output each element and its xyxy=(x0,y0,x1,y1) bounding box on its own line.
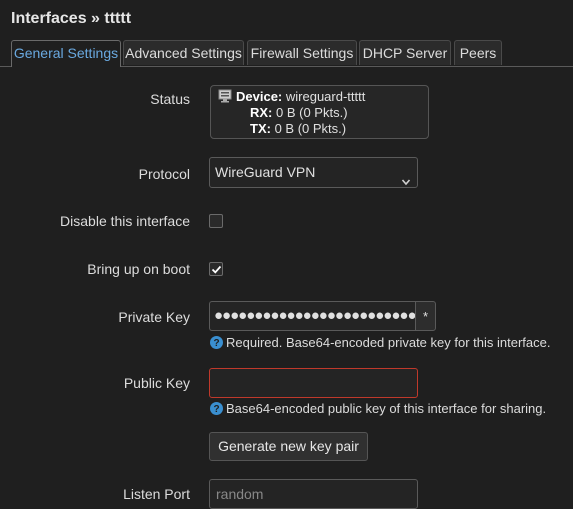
network-device-icon xyxy=(218,89,232,103)
tab-peers[interactable]: Peers xyxy=(454,40,502,65)
rx-key: RX: xyxy=(250,105,273,120)
rx-value: 0 B (0 Pkts.) xyxy=(276,105,348,120)
status-tx-line: TX: 0 B (0 Pkts.) xyxy=(250,121,346,136)
help-icon: ? xyxy=(210,402,223,415)
svg-text:?: ? xyxy=(213,338,219,349)
tab-bar: General Settings Advanced Settings Firew… xyxy=(0,40,573,67)
status-device-line: Device: wireguard-ttttt xyxy=(236,89,365,104)
status-label: Status xyxy=(150,91,190,107)
protocol-label: Protocol xyxy=(138,166,190,182)
device-key: Device: xyxy=(236,89,283,104)
help-icon: ? xyxy=(210,336,223,349)
chevron-down-icon xyxy=(401,168,411,186)
device-value: wireguard-ttttt xyxy=(285,89,366,104)
generate-key-pair-button[interactable]: Generate new key pair xyxy=(209,432,368,461)
tx-key: TX: xyxy=(250,121,271,136)
status-panel: Device: wireguard-ttttt RX: 0 B (0 Pkts.… xyxy=(210,85,429,139)
disable-interface-label: Disable this interface xyxy=(60,213,190,229)
protocol-select[interactable]: WireGuard VPN xyxy=(209,157,418,188)
listen-port-input[interactable] xyxy=(209,479,418,509)
tab-firewall-settings[interactable]: Firewall Settings xyxy=(247,40,357,65)
svg-text:?: ? xyxy=(213,404,219,415)
page-title: Interfaces » ttttt xyxy=(11,10,132,27)
tx-value: 0 B (0 Pkts.) xyxy=(274,121,347,136)
tab-dhcp-server[interactable]: DHCP Server xyxy=(359,40,451,65)
tab-general-settings[interactable]: General Settings xyxy=(11,40,121,67)
public-key-label: Public Key xyxy=(123,375,190,391)
public-key-input[interactable] xyxy=(209,368,418,398)
status-rx-line: RX: 0 B (0 Pkts.) xyxy=(250,105,348,120)
checkmark-icon xyxy=(211,265,222,274)
tab-advanced-settings[interactable]: Advanced Settings xyxy=(123,40,244,65)
public-key-help-text: Base64-encoded public key of this interf… xyxy=(226,401,547,416)
bring-up-on-boot-checkbox[interactable] xyxy=(209,262,223,276)
bring-up-on-boot-label: Bring up on boot xyxy=(87,261,190,277)
protocol-selected-value: WireGuard VPN xyxy=(215,164,316,180)
disable-interface-checkbox[interactable] xyxy=(209,214,223,228)
private-key-label: Private Key xyxy=(118,309,190,325)
reveal-key-button[interactable]: * xyxy=(415,301,436,331)
private-key-input[interactable]: ●●●●●●●●●●●●●●●●●●●●●●●●●●●●●●●●●●●●●●●●… xyxy=(209,301,416,331)
private-key-help-text: Required. Base64-encoded private key for… xyxy=(226,335,551,350)
